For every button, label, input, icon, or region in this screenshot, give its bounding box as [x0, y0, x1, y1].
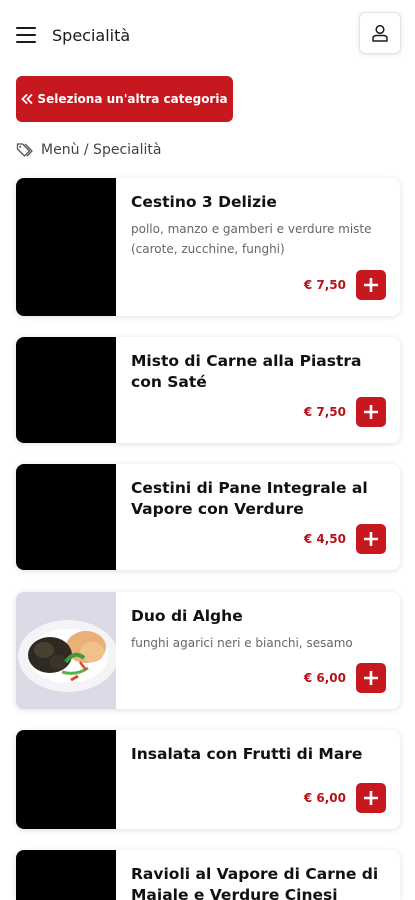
menu-item-image	[16, 464, 116, 570]
plus-icon	[364, 405, 378, 419]
top-header: Specialità	[0, 0, 415, 70]
hamburger-menu-icon[interactable]	[16, 27, 36, 43]
add-to-cart-button[interactable]	[356, 524, 386, 554]
breadcrumb-text: Menù / Specialità	[41, 142, 162, 158]
select-other-category-label: Seleziona un'altra categoria	[37, 92, 228, 106]
select-other-category-button[interactable]: Seleziona un'altra categoria	[16, 76, 233, 122]
menu-item-title: Cestini di Pane Integrale al Vapore con …	[131, 479, 368, 518]
menu-item-title: Cestino 3 Delizie	[131, 193, 277, 211]
menu-item-title: Duo di Alghe	[131, 607, 243, 625]
plus-icon	[364, 671, 378, 685]
menu-item-card[interactable]: Ravioli al Vapore di Carne di Maiale e V…	[16, 850, 400, 900]
menu-item-title: Misto di Carne alla Piastra con Saté	[131, 352, 362, 391]
menu-item-description: pollo, manzo e gamberi e verdure miste (…	[131, 222, 372, 256]
menu-item-card[interactable]: Duo di Alghe funghi agarici neri e bianc…	[16, 592, 400, 709]
add-to-cart-button[interactable]	[356, 783, 386, 813]
plus-icon	[364, 278, 378, 292]
menu-item-title: Ravioli al Vapore di Carne di Maiale e V…	[131, 865, 379, 900]
user-icon	[372, 24, 388, 42]
plus-icon	[364, 791, 378, 805]
menu-item-image	[16, 850, 116, 900]
user-account-button[interactable]	[359, 12, 401, 54]
menu-item-description: funghi agarici neri e bianchi, sesamo	[131, 636, 353, 650]
breadcrumb: Menù / Specialità	[16, 140, 161, 160]
menu-item-card[interactable]: Cestini di Pane Integrale al Vapore con …	[16, 464, 400, 570]
menu-item-price: € 7,50	[303, 405, 346, 419]
menu-item-image	[16, 178, 116, 316]
menu-item-card[interactable]: Cestino 3 Delizie pollo, manzo e gamberi…	[16, 178, 400, 316]
menu-item-price: € 4,50	[303, 532, 346, 546]
menu-item-price: € 6,00	[303, 791, 346, 805]
add-to-cart-button[interactable]	[356, 397, 386, 427]
menu-item-price: € 6,00	[303, 671, 346, 685]
menu-item-card[interactable]: Insalata con Frutti di Mare € 6,00	[16, 730, 400, 829]
tags-icon	[16, 143, 33, 157]
menu-item-image	[16, 592, 118, 709]
menu-item-price: € 7,50	[303, 278, 346, 292]
page-title: Specialità	[52, 25, 131, 45]
add-to-cart-button[interactable]	[356, 270, 386, 300]
seaweed-dish-photo	[16, 592, 118, 709]
menu-item-title: Insalata con Frutti di Mare	[131, 745, 363, 763]
menu-item-image	[16, 730, 116, 829]
add-to-cart-button[interactable]	[356, 663, 386, 693]
plus-icon	[364, 532, 378, 546]
menu-item-image	[16, 337, 116, 443]
double-chevron-left-icon	[22, 94, 33, 104]
menu-item-card[interactable]: Misto di Carne alla Piastra con Saté € 7…	[16, 337, 400, 443]
